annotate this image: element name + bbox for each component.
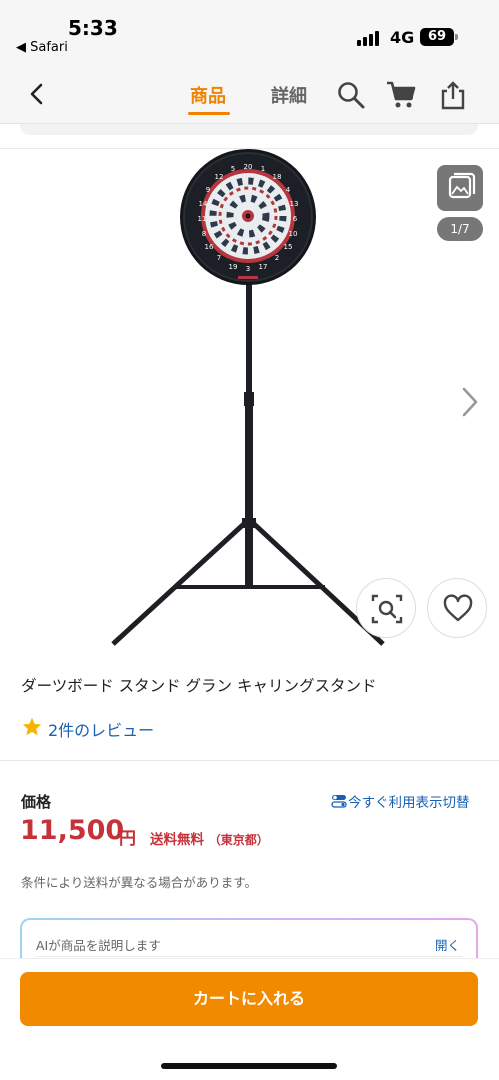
svg-text:15: 15 bbox=[284, 243, 293, 251]
add-to-cart-button[interactable]: カートに入れる bbox=[20, 972, 478, 1026]
svg-text:8: 8 bbox=[202, 230, 206, 238]
image-search-button[interactable] bbox=[356, 578, 416, 638]
search-icon[interactable] bbox=[336, 80, 366, 110]
svg-text:13: 13 bbox=[290, 200, 299, 208]
ai-summary-text: AIが商品を説明します bbox=[36, 938, 161, 953]
svg-text:18: 18 bbox=[273, 173, 282, 181]
svg-text:7: 7 bbox=[217, 254, 221, 262]
back-to-safari-link[interactable]: ◀ Safari bbox=[16, 40, 68, 55]
battery-icon: 69 bbox=[420, 28, 458, 46]
svg-text:4: 4 bbox=[286, 186, 291, 194]
collapsed-banner bbox=[20, 124, 478, 135]
svg-text:5: 5 bbox=[231, 165, 235, 173]
shipping-region: （東京都） bbox=[208, 833, 269, 847]
toggle-icon bbox=[331, 795, 347, 808]
svg-text:11: 11 bbox=[198, 215, 207, 223]
cellular-signal-icon bbox=[357, 30, 383, 46]
svg-text:17: 17 bbox=[259, 263, 268, 271]
cart-icon[interactable] bbox=[386, 80, 416, 110]
product-title: ダーツボード スタンド グラン キャリングスタンド bbox=[21, 677, 377, 695]
active-tab-indicator bbox=[188, 112, 230, 115]
tab-product[interactable]: 商品 bbox=[190, 82, 226, 108]
svg-text:16: 16 bbox=[205, 243, 214, 251]
svg-text:2: 2 bbox=[275, 254, 279, 262]
svg-text:6: 6 bbox=[293, 215, 298, 223]
favorite-button[interactable] bbox=[427, 578, 487, 638]
review-count[interactable]: 2件のレビュー bbox=[48, 717, 154, 741]
heart-icon bbox=[443, 594, 473, 622]
svg-text:3: 3 bbox=[246, 265, 250, 273]
shipping-free: 送料無料 bbox=[150, 832, 204, 848]
svg-text:12: 12 bbox=[215, 173, 224, 181]
gallery-icon bbox=[448, 172, 476, 199]
svg-text:9: 9 bbox=[206, 186, 210, 194]
svg-text:19: 19 bbox=[229, 263, 238, 271]
price-value: 11,500 bbox=[20, 815, 125, 846]
nav-bar: 商品 詳細 bbox=[0, 64, 499, 124]
product-image[interactable]: 20 5 1 12 18 9 4 14 13 11 6 8 10 16 15 7 2 19 17 3 bbox=[100, 148, 400, 653]
image-counter: 1/7 bbox=[437, 217, 483, 241]
tab-detail[interactable]: 詳細 bbox=[271, 82, 307, 108]
network-type: 4G bbox=[390, 28, 415, 47]
ai-divider bbox=[36, 956, 462, 957]
shipping-info: 送料無料 （東京都） bbox=[150, 828, 269, 848]
image-gallery-button[interactable] bbox=[437, 165, 483, 211]
chevron-right-icon[interactable] bbox=[459, 386, 481, 418]
svg-text:20: 20 bbox=[244, 163, 253, 171]
star-icon bbox=[22, 717, 42, 736]
price-unit: 円 bbox=[119, 829, 136, 849]
home-indicator bbox=[161, 1063, 337, 1069]
svg-text:10: 10 bbox=[289, 230, 298, 238]
section-divider bbox=[0, 760, 499, 761]
ai-open-button[interactable]: 開く bbox=[435, 935, 460, 954]
price-label: 価格 bbox=[21, 793, 52, 811]
display-toggle-text[interactable]: 今すぐ利用表示切替 bbox=[348, 791, 470, 811]
image-search-icon bbox=[371, 594, 403, 624]
back-chevron-icon[interactable] bbox=[26, 82, 50, 106]
share-icon[interactable] bbox=[438, 80, 468, 110]
status-bar: 5:33 ◀ Safari 4G 69 bbox=[0, 0, 499, 64]
svg-text:14: 14 bbox=[199, 200, 208, 208]
shipping-note: 条件により送料が異なる場合があります。 bbox=[21, 875, 258, 890]
status-time: 5:33 bbox=[68, 16, 118, 40]
svg-text:1: 1 bbox=[261, 165, 265, 173]
